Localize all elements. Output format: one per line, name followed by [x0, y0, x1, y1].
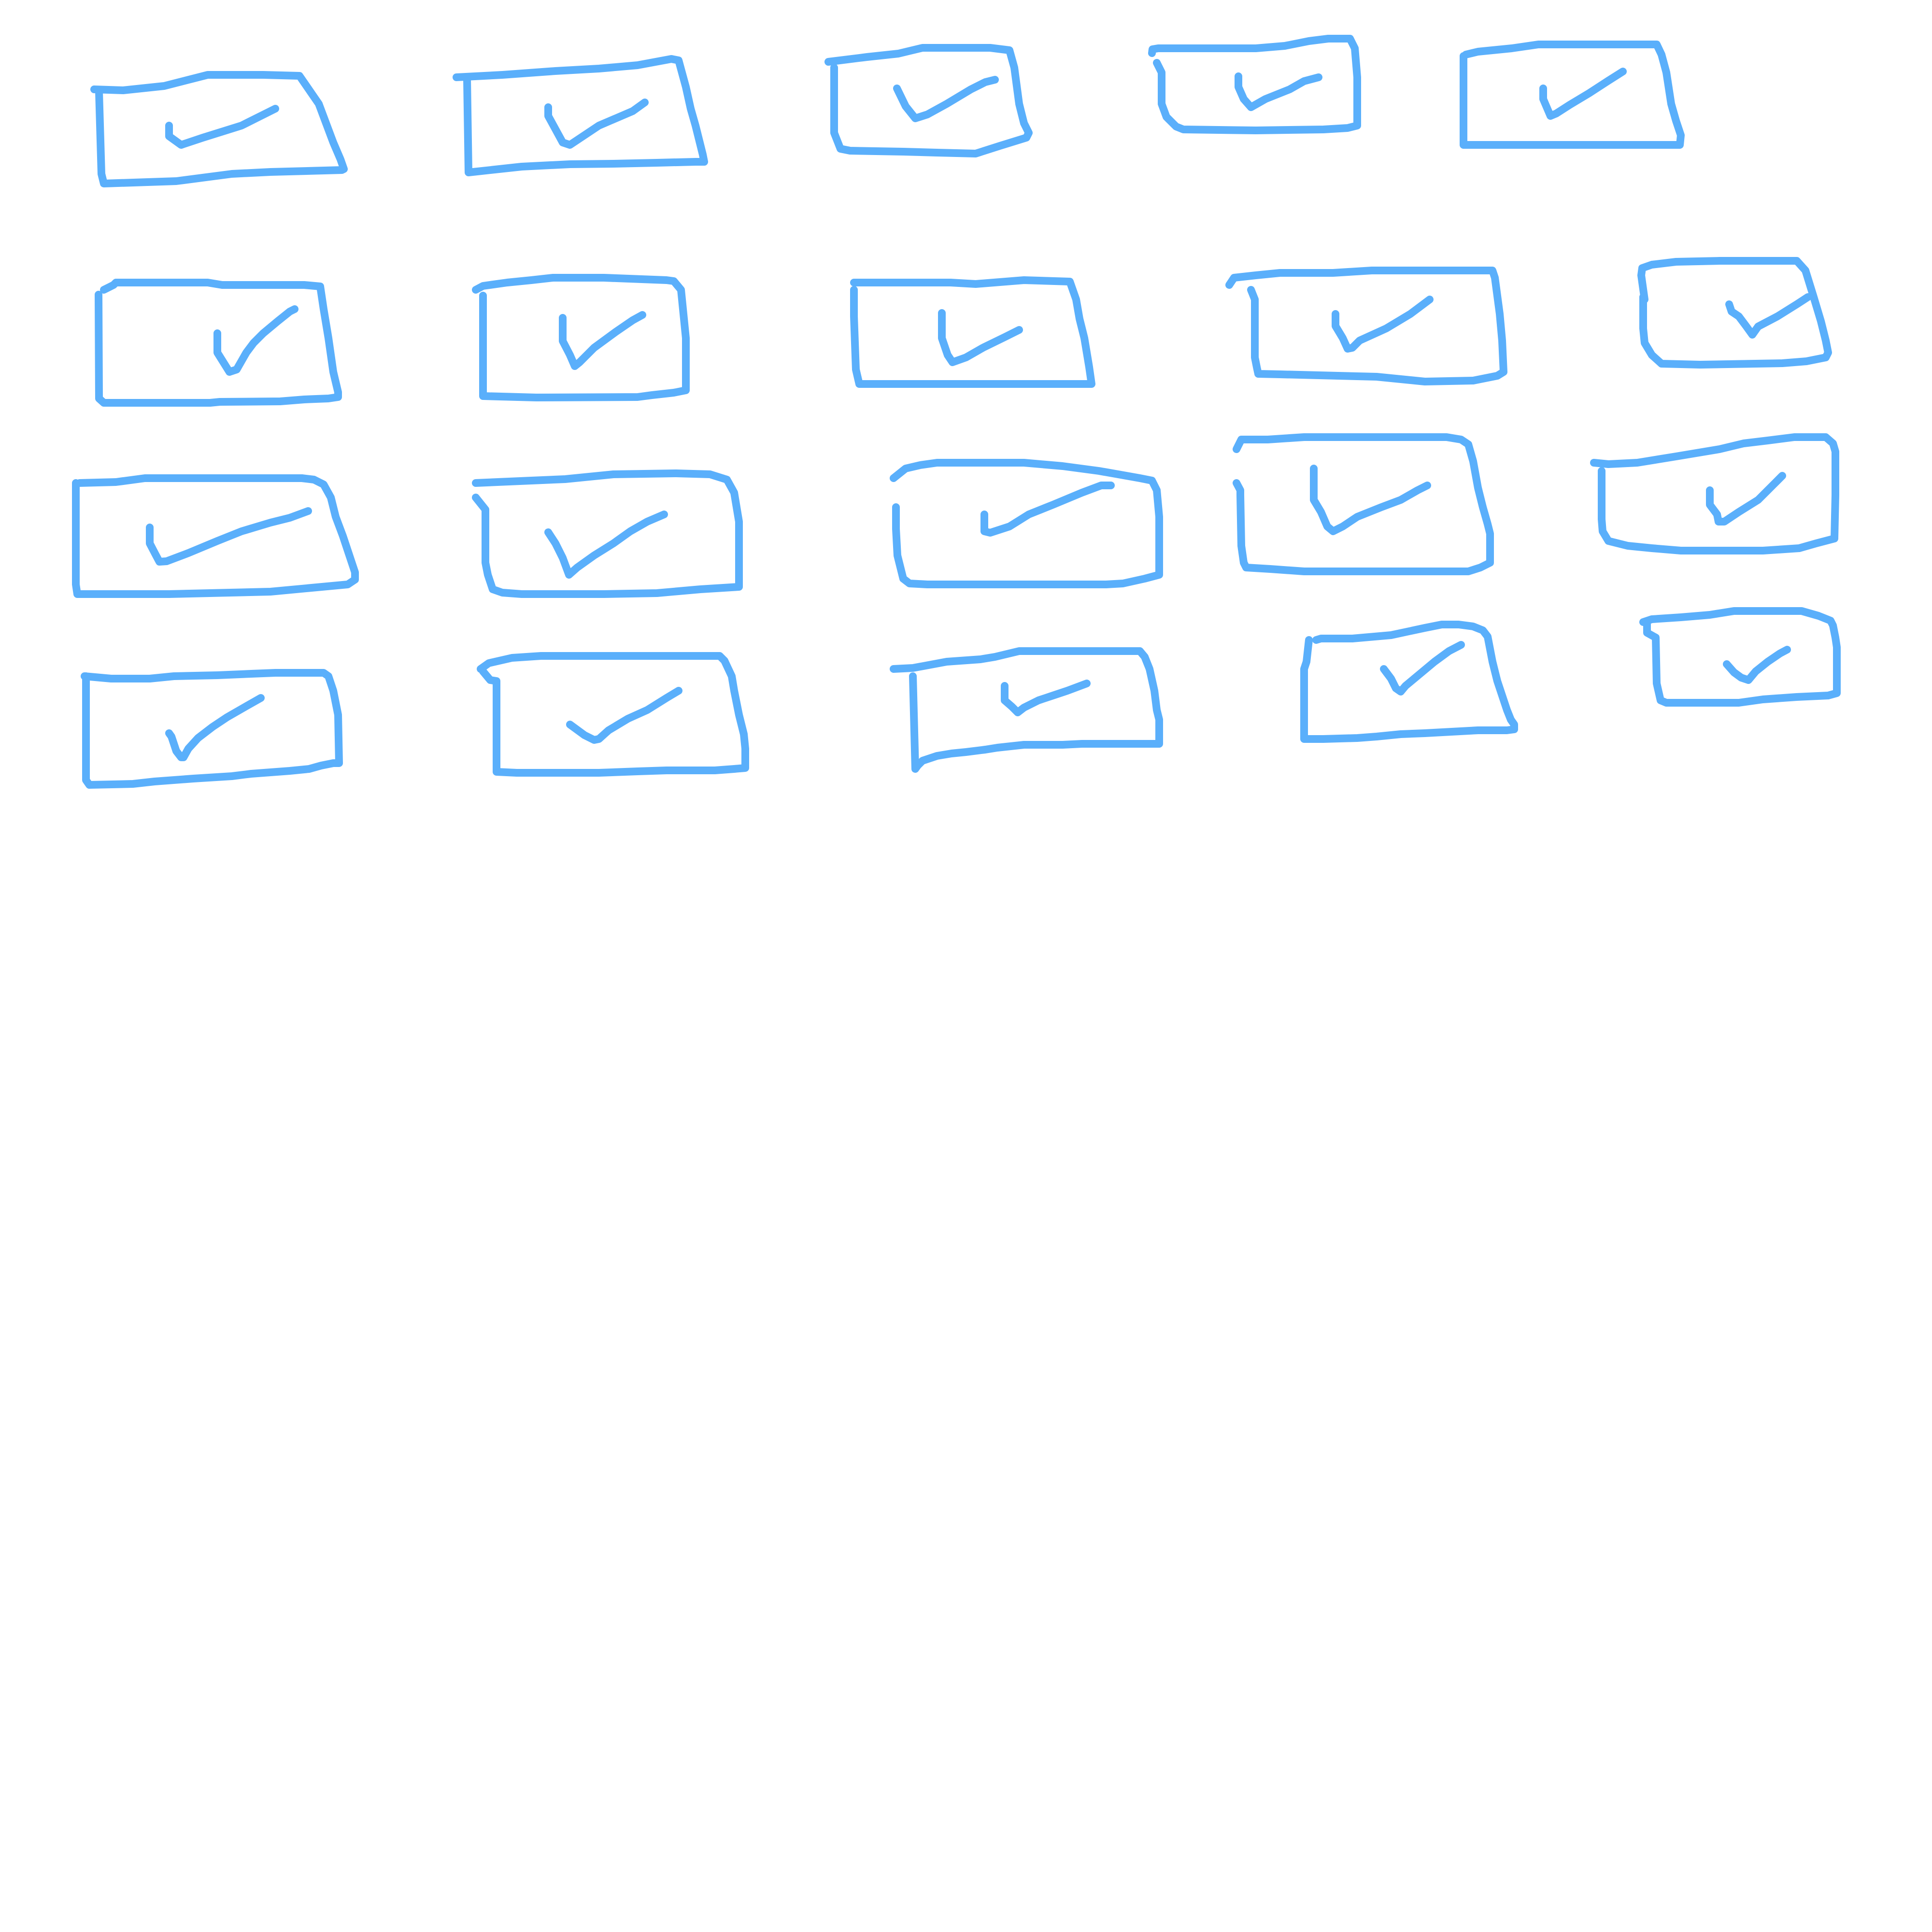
check-mark-icon — [165, 105, 279, 149]
check-mark-icon — [1380, 641, 1465, 696]
box-outline — [72, 474, 359, 598]
checkbox-sketch-r2-c5 — [1637, 257, 1832, 369]
check-mark-icon — [938, 309, 1023, 366]
checkbox-sketch-r4-c5 — [1639, 607, 1841, 707]
box-outline — [1233, 433, 1494, 575]
box-outline — [472, 274, 690, 401]
box-outline — [1639, 607, 1841, 707]
box-outline — [472, 469, 743, 598]
checkbox-sketch-r4-c2 — [477, 652, 749, 777]
check-mark-icon — [1332, 296, 1434, 353]
checkbox-sketch-r1-c3 — [824, 44, 1033, 157]
checkbox-sketch-r4-c4 — [1300, 621, 1518, 743]
checkbox-sketch-r2-c1 — [95, 279, 342, 407]
check-mark-icon — [213, 305, 298, 376]
box-outline — [1148, 35, 1361, 134]
check-mark-icon — [559, 311, 646, 370]
checkbox-sketch-r4-c3 — [890, 647, 1163, 773]
check-mark-icon — [1310, 465, 1431, 535]
box-outline — [850, 276, 1095, 388]
checkbox-sketch-r1-c4 — [1148, 35, 1361, 134]
checkbox-sketch-r3-c5 — [1590, 433, 1839, 554]
box-outline — [1590, 433, 1839, 554]
box-outline — [453, 55, 708, 176]
checkbox-sketch-r4-c1 — [81, 669, 343, 789]
checkbox-sketch-r2-c3 — [850, 276, 1095, 388]
box-outline — [1460, 41, 1685, 149]
check-mark-icon — [1001, 680, 1091, 716]
box-outline — [824, 44, 1033, 157]
box-outline — [1225, 267, 1507, 385]
checkbox-sketch-r3-c3 — [890, 459, 1163, 588]
check-mark-icon — [893, 76, 999, 122]
check-mark-icon — [1539, 68, 1627, 120]
checkbox-sketch-r1-c5 — [1460, 41, 1685, 149]
box-outline — [890, 459, 1163, 588]
checkbox-sketch-r3-c4 — [1233, 433, 1494, 575]
check-mark-icon — [980, 482, 1115, 537]
sketch-canvas — [72, 35, 1841, 789]
check-mark-icon — [1725, 293, 1812, 339]
check-mark-icon — [544, 99, 649, 149]
check-mark-icon — [544, 511, 668, 579]
checkbox-sketch-r2-c4 — [1225, 267, 1507, 385]
check-mark-icon — [566, 687, 682, 744]
checkbox-sketch-r3-c2 — [472, 469, 743, 598]
check-mark-icon — [1706, 472, 1786, 526]
checkbox-sketch-grid — [72, 35, 1841, 789]
check-mark-icon — [1723, 646, 1791, 684]
check-mark-icon — [165, 694, 265, 761]
checkbox-sketch-r3-c1 — [72, 474, 359, 598]
checkbox-sketch-r1-c1 — [90, 71, 348, 187]
checkbox-sketch-r1-c2 — [453, 55, 708, 176]
box-outline — [477, 652, 749, 777]
check-mark-icon — [146, 507, 312, 566]
check-mark-icon — [1235, 72, 1322, 111]
checkbox-sketch-r2-c2 — [472, 274, 690, 401]
